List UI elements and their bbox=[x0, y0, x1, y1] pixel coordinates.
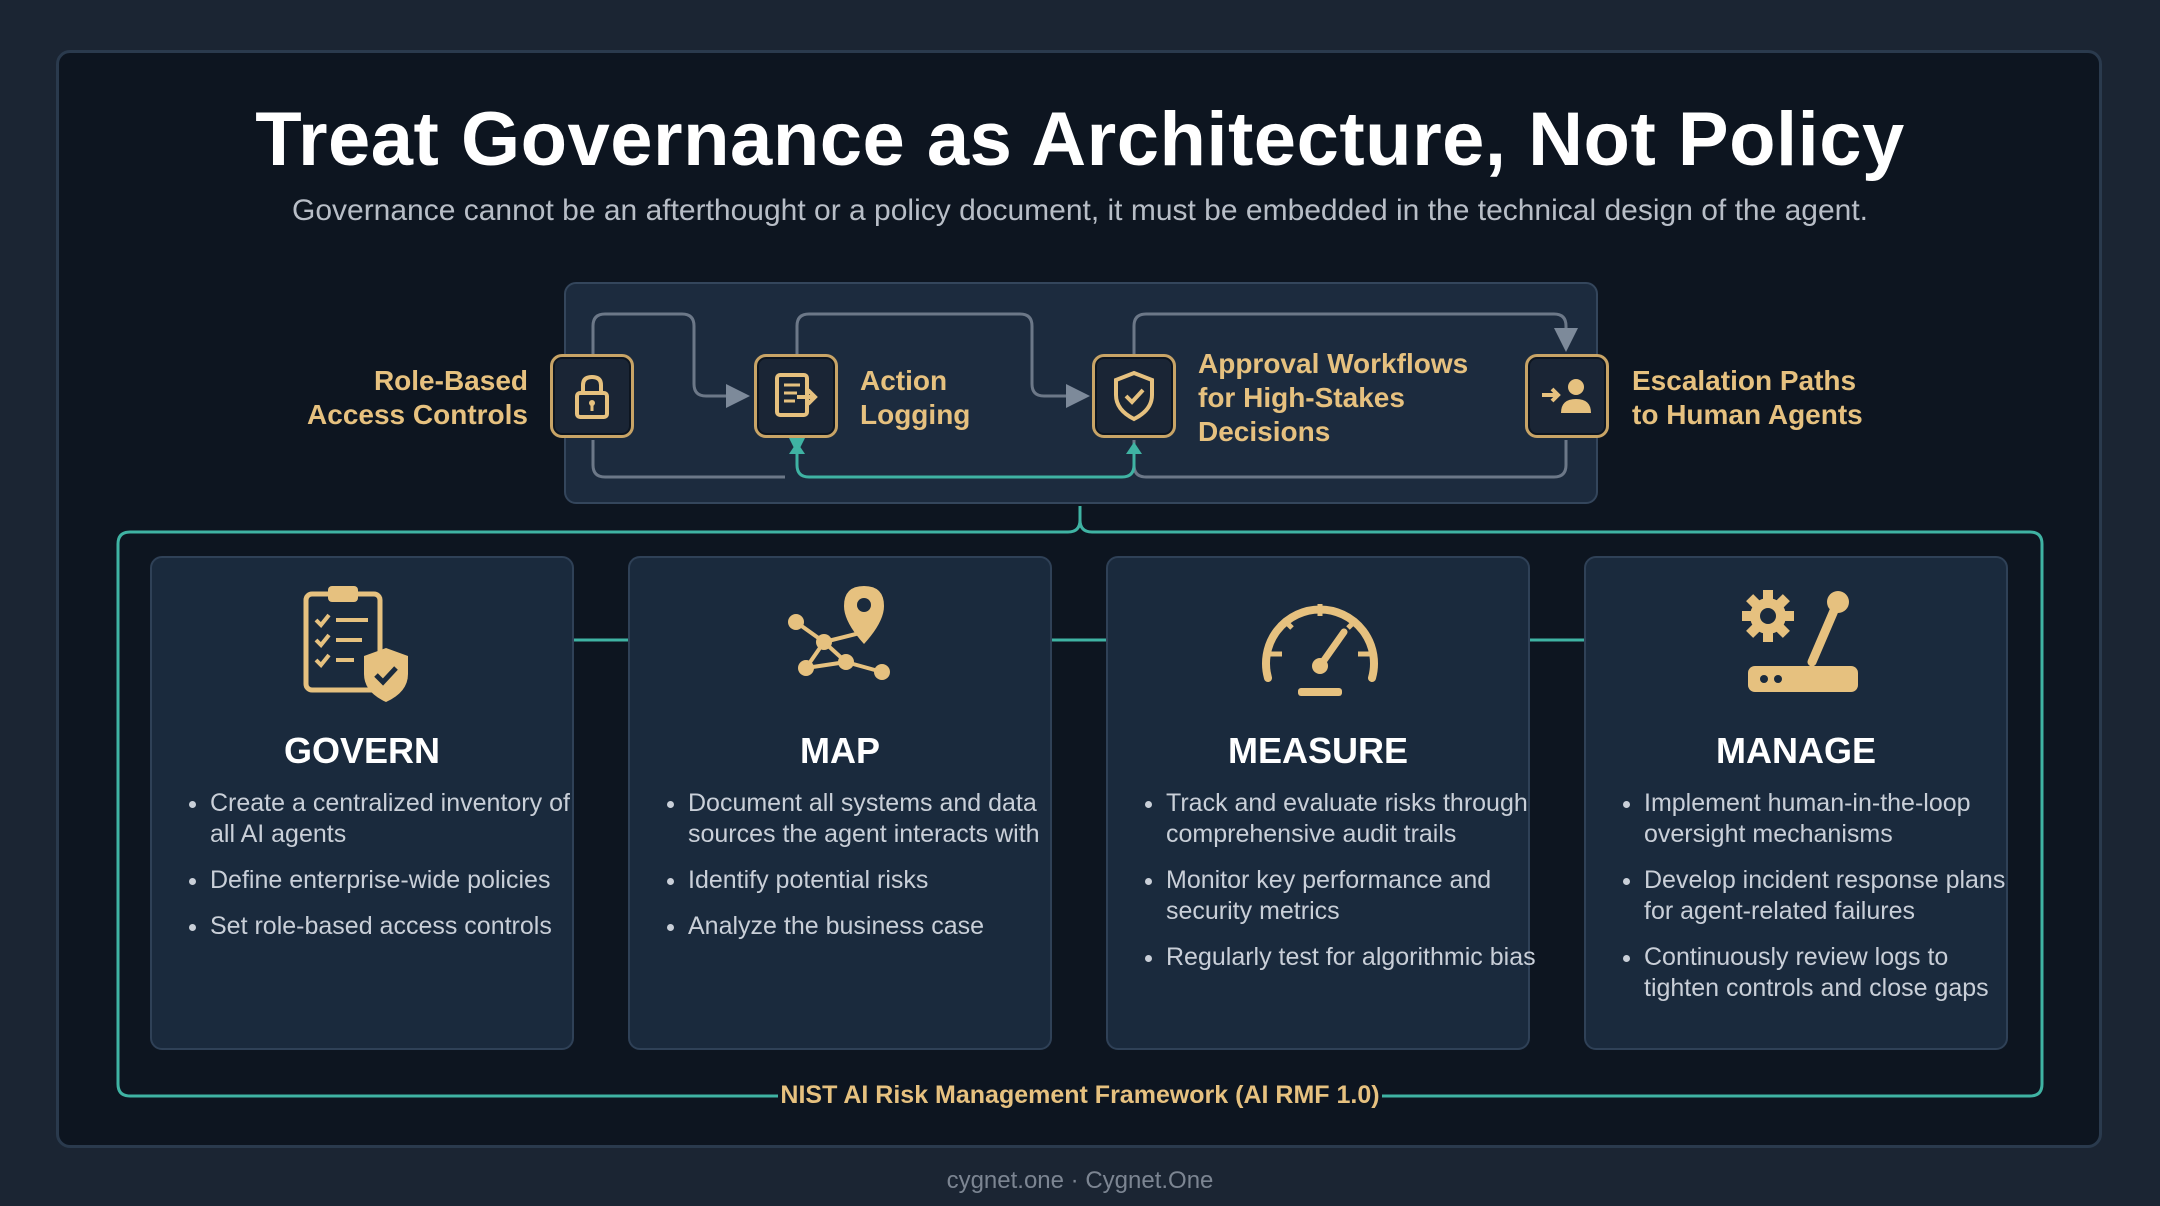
pillar-title-govern: GOVERN bbox=[283, 730, 441, 771]
list-item: Implement human-in-the-loop oversight me… bbox=[1644, 788, 2014, 850]
list-item: Set role-based access controls bbox=[210, 911, 580, 942]
footer-credit: cygnet.one · Cygnet.One bbox=[946, 1167, 1214, 1194]
pillar-card-manage: MANAGE Implement human-in-the-loop overs… bbox=[1584, 556, 2008, 1050]
flow-step-label-escalation: Escalation Paths to Human Agents bbox=[1632, 365, 1863, 430]
page-subtitle: Governance cannot be an afterthought or … bbox=[291, 194, 1869, 227]
list-item: Develop incident response plans for agen… bbox=[1644, 865, 2014, 927]
list-item: Create a centralized inventory of all AI… bbox=[210, 788, 580, 850]
network-pin-icon bbox=[788, 586, 890, 680]
clipboard-shield-icon bbox=[303, 586, 408, 702]
document-arrow-icon bbox=[754, 354, 838, 438]
person-arrow-icon bbox=[1525, 354, 1609, 438]
flow-step-label-rbac: Role-Based Access Controls bbox=[307, 365, 528, 430]
pillar-card-measure: MEASURE Track and evaluate risks through… bbox=[1106, 556, 1536, 1050]
list-item: Analyze the business case bbox=[688, 911, 1058, 942]
pillar-card-map: MAP Document all systems and data source… bbox=[628, 556, 1052, 1050]
flow-step-label-logging: Action Logging bbox=[860, 365, 971, 430]
flow-step-label-approval: Approval Workflows for High-Stakes Decis… bbox=[1198, 348, 1469, 447]
pillar-list-manage: Implement human-in-the-loop oversight me… bbox=[1620, 788, 2014, 1019]
list-item: Define enterprise-wide policies bbox=[210, 865, 580, 896]
list-item: Continuously review logs to tighten cont… bbox=[1644, 942, 2014, 1004]
pillar-list-govern: Create a centralized inventory of all AI… bbox=[186, 788, 580, 957]
pillar-list-map: Document all systems and data sources th… bbox=[664, 788, 1058, 957]
pillar-card-govern: GOVERN Create a centralized inventory of… bbox=[150, 556, 574, 1050]
list-item: Identify potential risks bbox=[688, 865, 1058, 896]
list-item: Monitor key performance and security met… bbox=[1166, 865, 1536, 927]
pillar-title-manage: MANAGE bbox=[1716, 730, 1876, 771]
framework-label: NIST AI Risk Management Framework (AI RM… bbox=[778, 1081, 1382, 1110]
list-item: Track and evaluate risks through compreh… bbox=[1166, 788, 1536, 850]
page-title: Treat Governance as Architecture, Not Po… bbox=[255, 97, 1905, 182]
gauge-icon bbox=[1262, 604, 1378, 696]
gear-lever-icon bbox=[1742, 590, 1858, 692]
lock-icon bbox=[550, 354, 634, 438]
shield-check-icon bbox=[1092, 354, 1176, 438]
list-item: Document all systems and data sources th… bbox=[688, 788, 1058, 850]
list-item: Regularly test for algorithmic bias bbox=[1166, 942, 1536, 973]
pillar-title-measure: MEASURE bbox=[1227, 730, 1409, 771]
pillar-title-map: MAP bbox=[800, 730, 880, 771]
pillar-list-measure: Track and evaluate risks through compreh… bbox=[1142, 788, 1536, 988]
